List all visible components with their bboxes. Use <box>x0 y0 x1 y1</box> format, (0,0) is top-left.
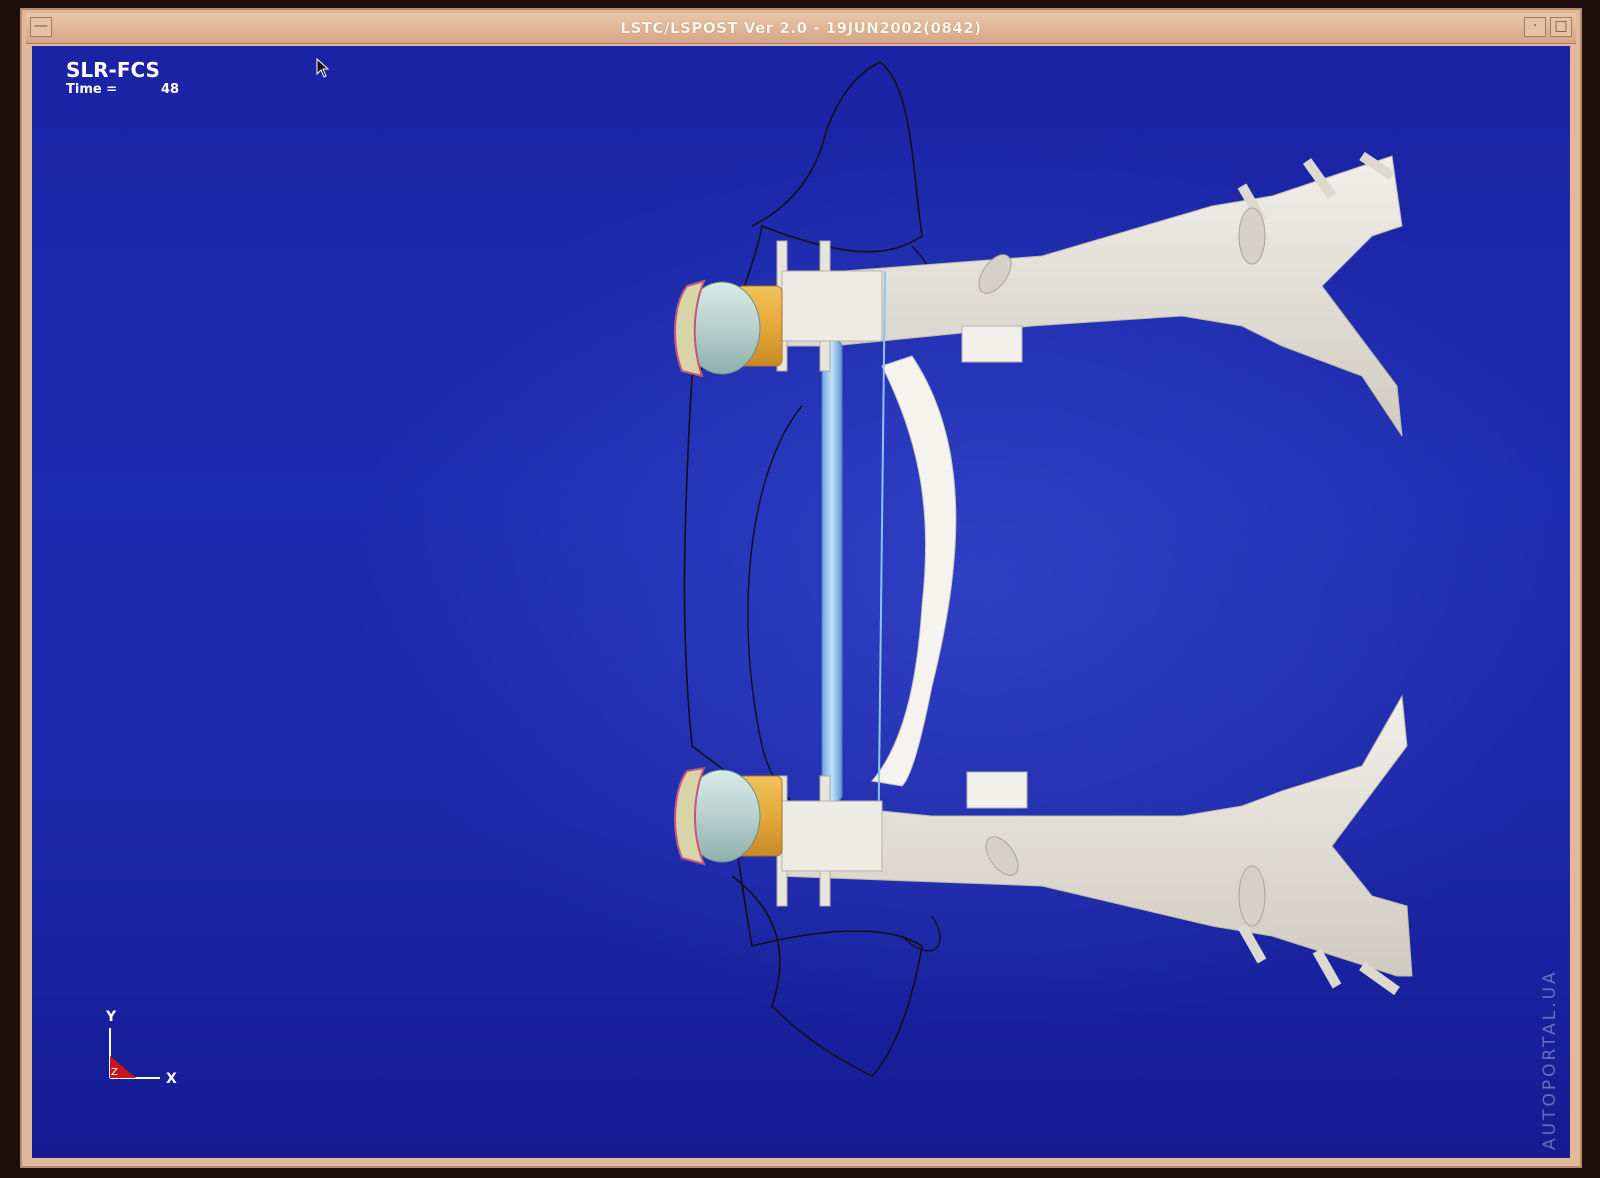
y-axis-label: Y <box>105 1009 117 1025</box>
application-window: — LSTC/LSPOST Ver 2.0 - 19JUN2002(0842) … <box>20 8 1582 1168</box>
axis-triad-icon: Y X Z <box>100 1006 190 1096</box>
cross-member <box>871 355 957 787</box>
upper-crash-box <box>781 270 883 342</box>
upper-bracket <box>961 325 1023 363</box>
x-axis-label: X <box>166 1071 177 1087</box>
time-label: Time = <box>66 82 118 97</box>
upper-rail-hole-2 <box>1238 207 1266 265</box>
barrier-outline <box>683 61 923 1077</box>
bumper-beam <box>821 340 843 802</box>
lower-crash-box <box>781 800 883 872</box>
cursor-icon <box>316 58 330 78</box>
time-value: 48 <box>161 82 180 97</box>
z-axis-label: Z <box>111 1067 118 1078</box>
minimize-icon[interactable]: · <box>1524 17 1546 37</box>
window-title: LSTC/LSPOST Ver 2.0 - 19JUN2002(0842) <box>620 19 982 37</box>
model-name: SLR-FCS <box>66 58 160 82</box>
watermark: AUTOPORTAL.UA <box>1540 969 1560 1150</box>
maximize-icon[interactable]: □ <box>1550 17 1572 37</box>
graphics-viewport[interactable]: SLR-FCS Time = 48 Y X Z <box>32 46 1570 1158</box>
title-bar[interactable]: — LSTC/LSPOST Ver 2.0 - 19JUN2002(0842) … <box>26 13 1576 44</box>
model-render <box>674 61 1413 1077</box>
barrier-inner-outline <box>747 405 813 817</box>
lower-bracket <box>966 771 1028 809</box>
lower-rail-hole-2 <box>1238 865 1266 927</box>
